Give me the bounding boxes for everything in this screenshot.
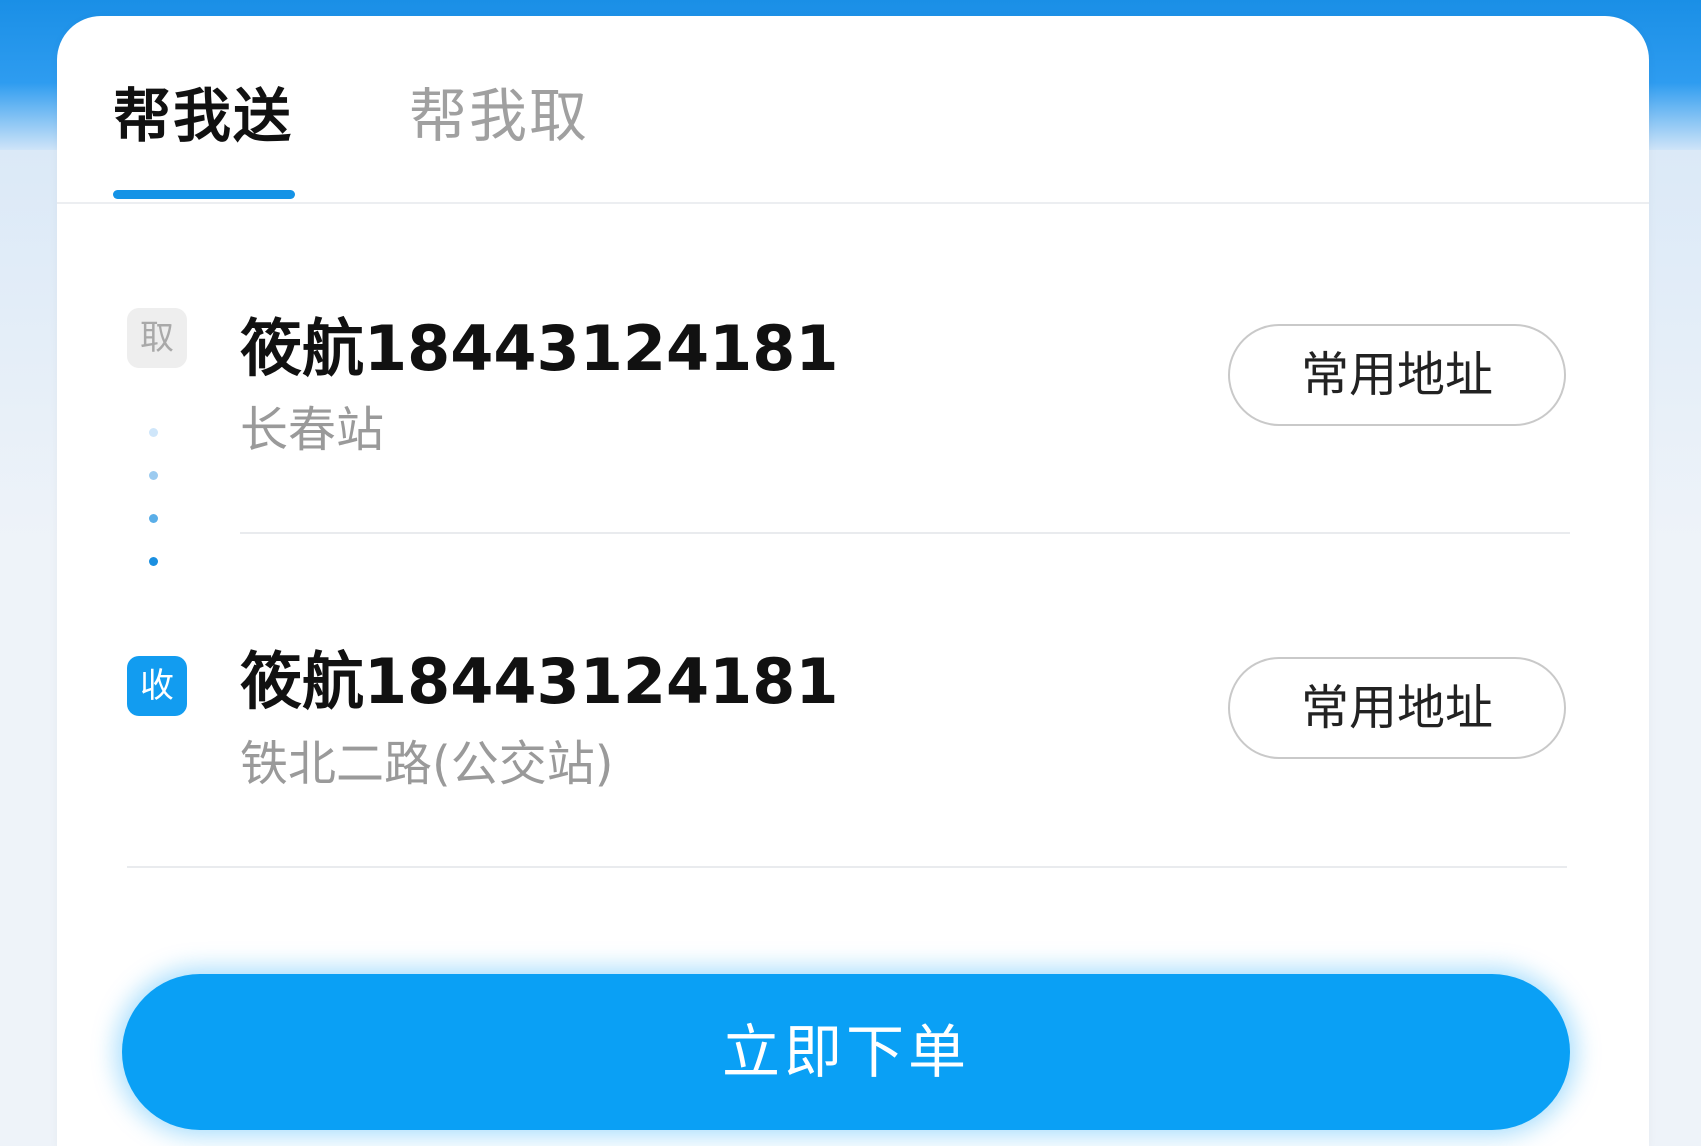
receive-badge: 收 [127, 656, 187, 716]
section-divider [127, 866, 1567, 868]
place-order-button[interactable]: 立即下单 [122, 974, 1570, 1130]
tab-bar: 帮我送 帮我取 [57, 16, 1649, 204]
connector-dot [149, 428, 158, 437]
pickup-contact[interactable]: 筱航18443124181 [240, 309, 839, 389]
connector-dot [149, 471, 158, 480]
tab-help-send[interactable]: 帮我送 [113, 76, 293, 156]
delivery-address[interactable]: 铁北二路(公交站) [240, 732, 613, 796]
connector-dot [149, 557, 158, 566]
tab-help-take[interactable]: 帮我取 [409, 76, 589, 156]
order-card: 帮我送 帮我取 取 筱航18443124181 长春站 常用地址 收 筱航184… [57, 16, 1649, 1146]
delivery-common-address-button[interactable]: 常用地址 [1228, 657, 1566, 759]
delivery-contact[interactable]: 筱航18443124181 [240, 642, 839, 722]
pickup-common-address-button[interactable]: 常用地址 [1228, 324, 1566, 426]
row-divider [240, 532, 1570, 534]
pickup-badge: 取 [127, 308, 187, 368]
connector-dot [149, 514, 158, 523]
pickup-address[interactable]: 长春站 [240, 398, 384, 462]
active-tab-indicator [113, 190, 295, 199]
